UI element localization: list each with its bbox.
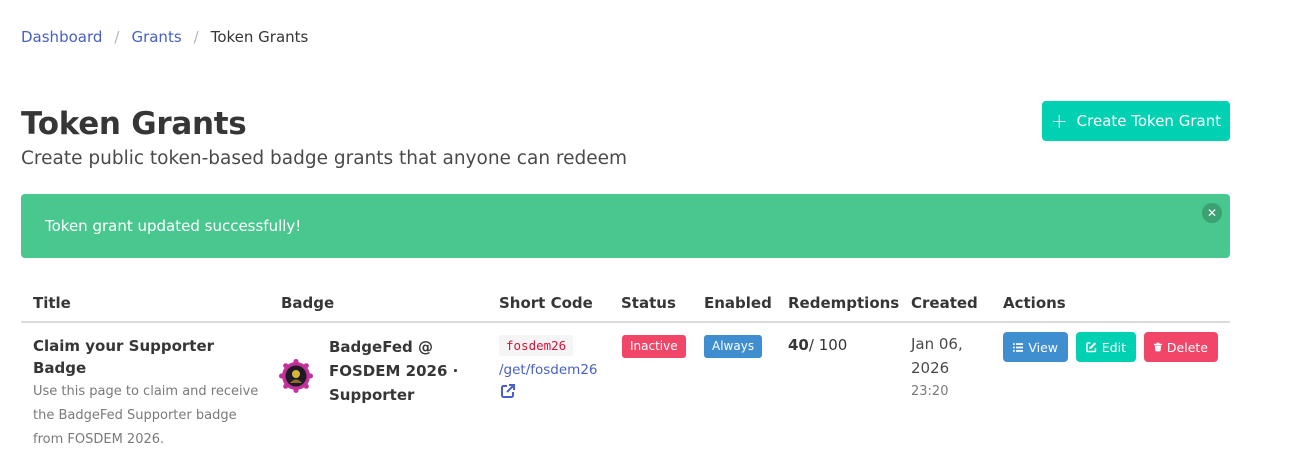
- create-token-grant-label: Create Token Grant: [1076, 112, 1222, 130]
- grant-title-cell: Claim your Supporter Badge Use this page…: [33, 335, 261, 452]
- column-header-actions: Actions: [1003, 294, 1066, 312]
- edit-button[interactable]: Edit: [1076, 332, 1136, 362]
- grant-description: Use this page to claim and receive the B…: [33, 384, 259, 447]
- short-code: fosdem26: [499, 335, 574, 356]
- column-header-title: Title: [33, 294, 71, 312]
- token-grants-table: Title Badge Short Code Status Enabled Re…: [21, 282, 1230, 447]
- redemptions-cell: 40/ 100: [788, 336, 847, 354]
- delete-label: Delete: [1166, 339, 1208, 355]
- edit-icon: [1086, 342, 1097, 353]
- status-badge: Inactive: [622, 335, 686, 358]
- edit-label: Edit: [1101, 339, 1126, 355]
- created-date: Jan 06, 2026: [911, 335, 963, 377]
- breadcrumb-separator: /: [193, 28, 199, 46]
- notification-message: Token grant updated successfully!: [45, 217, 302, 235]
- list-icon: [1013, 342, 1024, 352]
- grant-title: Claim your Supporter Badge: [33, 337, 215, 377]
- plus-icon: +: [1050, 109, 1068, 133]
- success-notification: Token grant updated successfully! ✕: [21, 194, 1230, 258]
- view-label: View: [1028, 339, 1058, 355]
- close-icon[interactable]: ✕: [1202, 203, 1222, 223]
- column-header-short-code: Short Code: [499, 294, 593, 312]
- created-cell: Jan 06, 2026 23:20: [911, 332, 991, 404]
- enabled-badge: Always: [704, 335, 763, 358]
- column-header-enabled: Enabled: [704, 294, 772, 312]
- column-header-badge: Badge: [281, 294, 335, 312]
- breadcrumb-grants-link[interactable]: Grants: [131, 28, 181, 46]
- short-code-link[interactable]: /get/fosdem26: [499, 362, 609, 378]
- breadcrumb-current: Token Grants: [210, 28, 309, 46]
- table-row: Claim your Supporter Badge Use this page…: [21, 323, 1230, 447]
- page-title: Token Grants: [21, 106, 247, 142]
- table-header: Title Badge Short Code Status Enabled Re…: [21, 282, 1230, 323]
- column-header-status: Status: [621, 294, 676, 312]
- redemptions-count: 40: [788, 336, 809, 354]
- page-subtitle: Create public token-based badge grants t…: [21, 148, 628, 169]
- breadcrumb: Dashboard / Grants / Token Grants: [21, 28, 308, 46]
- breadcrumb-dashboard-link[interactable]: Dashboard: [21, 28, 102, 46]
- short-code-cell: fosdem26 /get/fosdem26: [499, 335, 609, 399]
- breadcrumb-separator: /: [114, 28, 120, 46]
- view-button[interactable]: View: [1003, 332, 1068, 362]
- redemptions-limit: / 100: [808, 336, 848, 354]
- status-cell: Inactive: [622, 335, 686, 358]
- created-time: 23:20: [911, 384, 949, 399]
- trash-icon: [1154, 342, 1162, 352]
- column-header-created: Created: [911, 294, 978, 312]
- column-header-redemptions: Redemptions: [788, 294, 900, 312]
- enabled-cell: Always: [704, 335, 763, 358]
- external-link-icon[interactable]: [500, 383, 516, 399]
- badge-name: BadgeFed @ FOSDEM 2026 · Supporter: [329, 338, 459, 404]
- badge-image: [279, 359, 313, 393]
- actions-cell: View Edit Delete: [1003, 332, 1218, 362]
- delete-button[interactable]: Delete: [1144, 332, 1218, 362]
- create-token-grant-button[interactable]: + Create Token Grant: [1042, 101, 1230, 141]
